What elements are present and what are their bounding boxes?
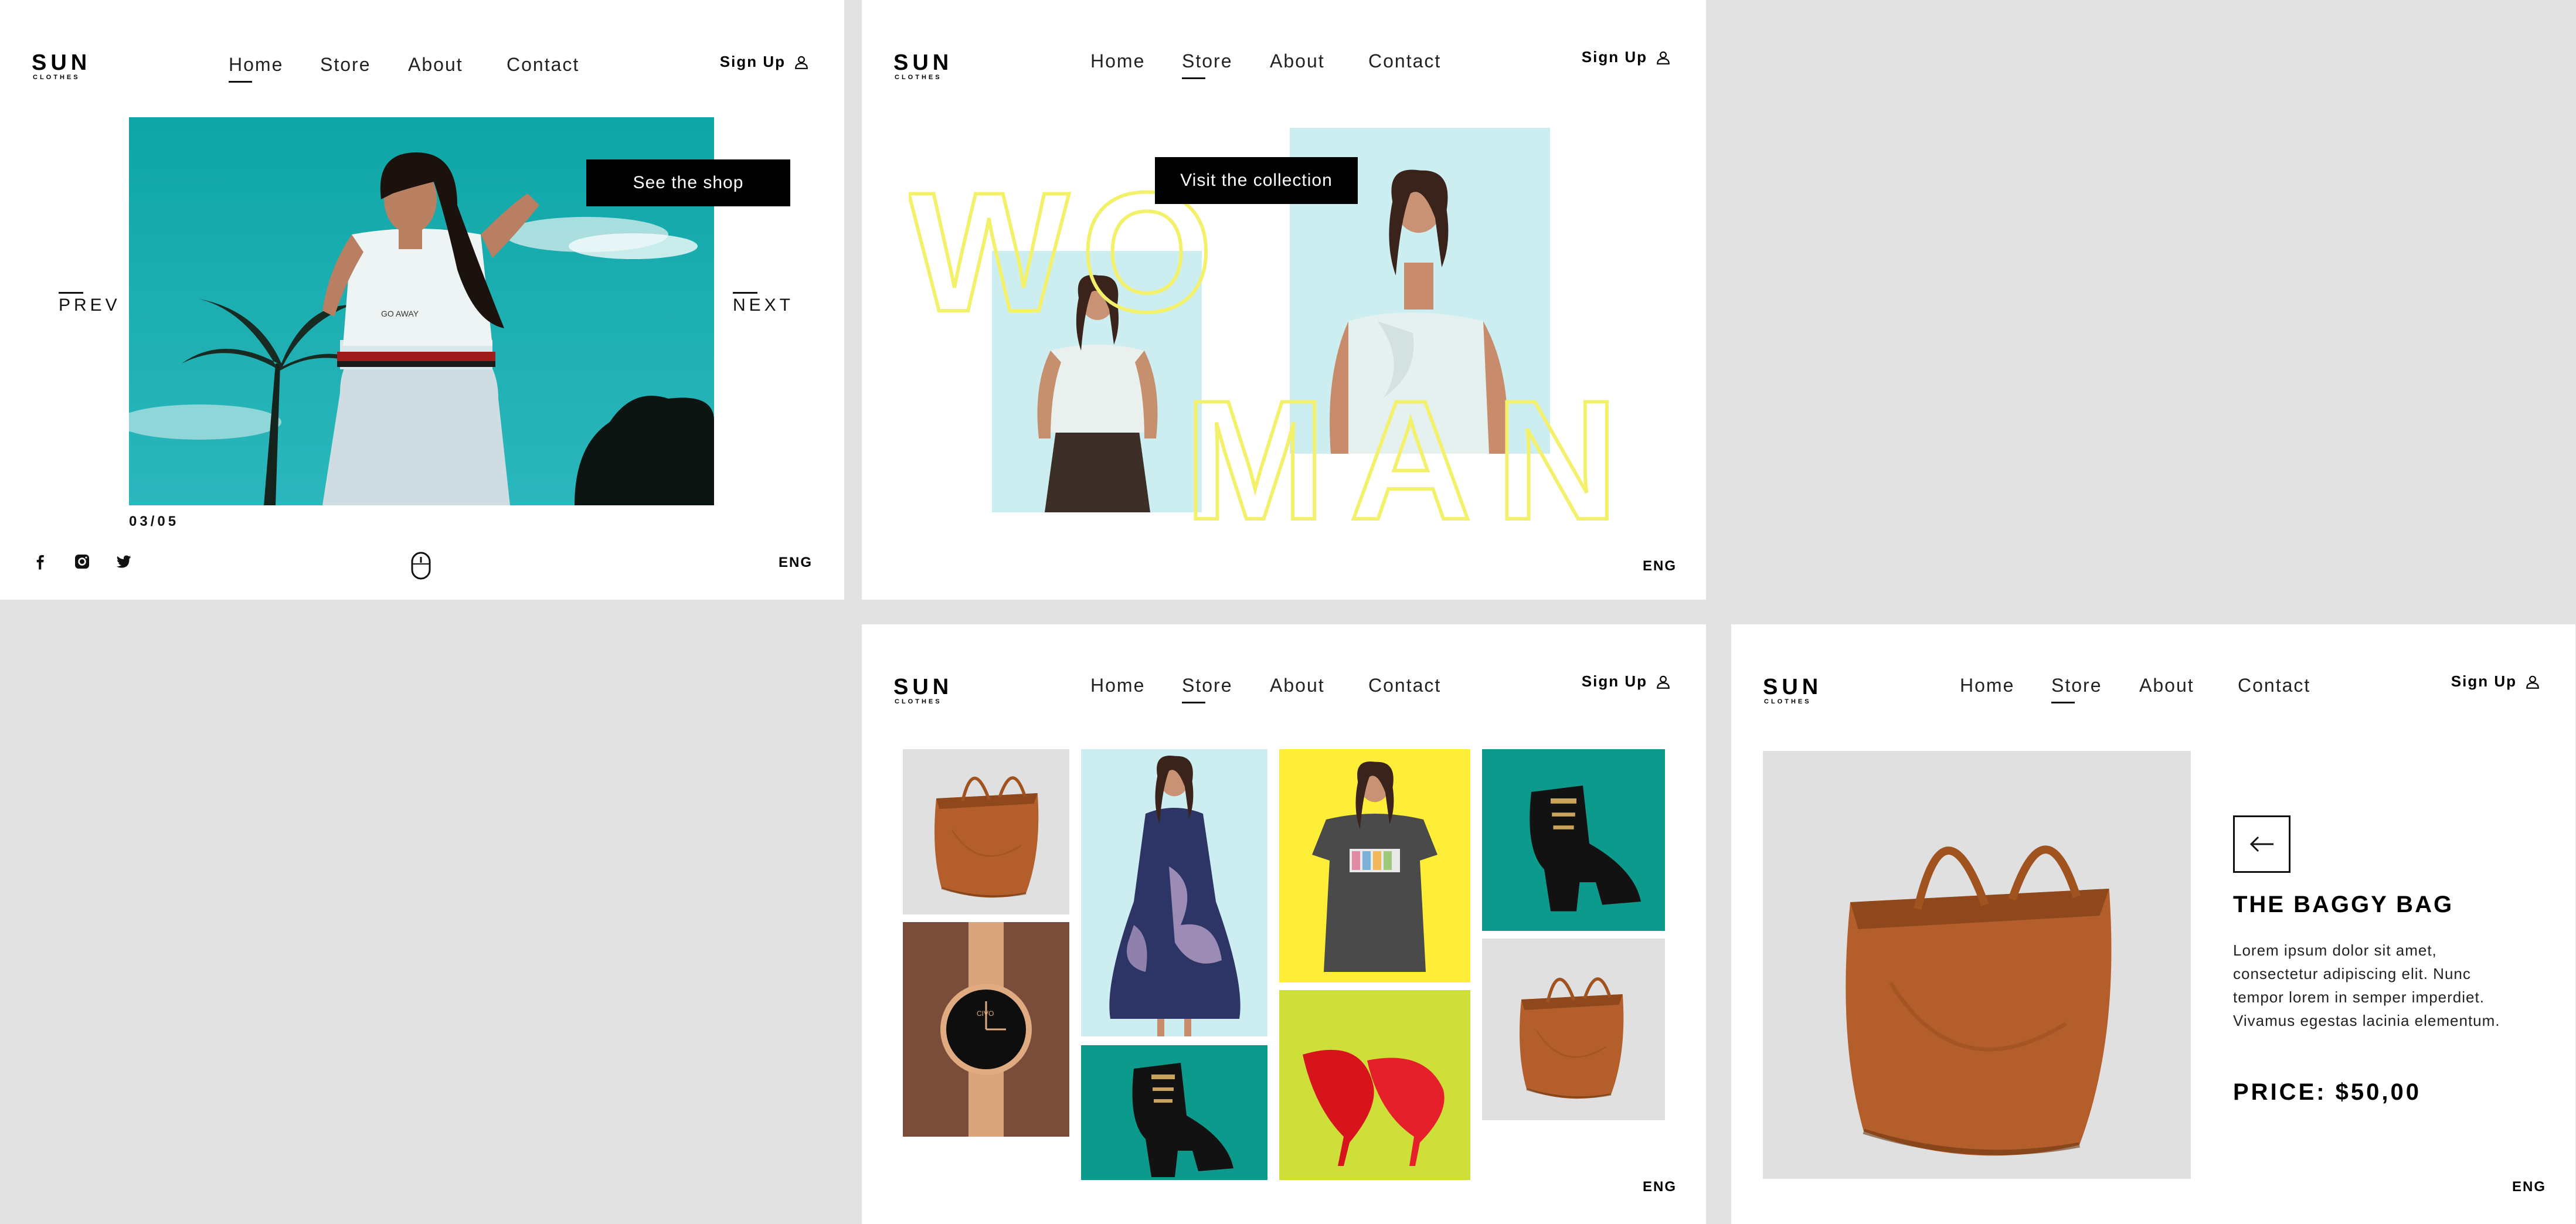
next-button[interactable]: NEXT <box>733 292 794 315</box>
panel-collection: SUN CLOTHES Home Store About Contact Sig… <box>862 0 1706 600</box>
heels-image <box>1303 1049 1445 1166</box>
user-icon <box>2526 675 2539 689</box>
nav-store[interactable]: Store <box>1182 675 1232 703</box>
tshirt-dress-image <box>1312 761 1437 972</box>
nav-store[interactable]: Store <box>320 54 371 76</box>
product-tile-boots-2[interactable] <box>1482 749 1665 931</box>
product-tile-bag-2[interactable] <box>1482 939 1665 1120</box>
panel-home-slider: SUN CLOTHES Home Store About Contact Sig… <box>0 0 844 600</box>
nav-store[interactable]: Store <box>2051 675 2102 703</box>
signup-label: Sign Up <box>2451 672 2517 690</box>
signup-label: Sign Up <box>1581 672 1647 690</box>
shirt-print: GO AWAY <box>381 309 419 318</box>
woman-word-bottom: MAN <box>1184 365 1642 539</box>
panel-product-detail: SUN CLOTHES Home Store About Contact Sig… <box>1731 624 2575 1224</box>
arrow-left-icon <box>2249 836 2273 852</box>
mouse-scroll-icon[interactable] <box>410 551 431 580</box>
nav-contact[interactable]: Contact <box>507 54 579 76</box>
back-button[interactable] <box>2233 815 2290 873</box>
product-tile-heels[interactable] <box>1279 990 1470 1180</box>
nav-store[interactable]: Store <box>1182 50 1232 79</box>
main-nav: Home Store About Contact <box>0 54 844 83</box>
main-nav: Home Store About Contact <box>862 675 1706 703</box>
bag-image <box>1482 939 1665 1120</box>
language-switch[interactable]: ENG <box>2512 1179 2546 1195</box>
nav-home[interactable]: Home <box>1090 675 1145 696</box>
see-shop-button[interactable]: See the shop <box>586 159 790 206</box>
bag-image <box>903 749 1069 914</box>
signup-link[interactable]: Sign Up <box>1582 48 1671 66</box>
nav-home[interactable]: Home <box>229 54 283 83</box>
product-tile-watch[interactable]: CIVO <box>903 922 1069 1137</box>
product-price: PRICE: $50,00 <box>2233 1079 2422 1105</box>
nav-about[interactable]: About <box>2139 675 2194 696</box>
nav-about[interactable]: About <box>1270 675 1325 696</box>
dress-image <box>1109 755 1241 1036</box>
visit-collection-button[interactable]: Visit the collection <box>1155 157 1358 204</box>
boots-image <box>1132 1063 1233 1177</box>
nav-home[interactable]: Home <box>1960 675 2014 696</box>
product-tile-bag[interactable] <box>903 749 1069 914</box>
watch-image: CIVO <box>940 922 1032 1137</box>
language-switch[interactable]: ENG <box>1643 1179 1677 1195</box>
user-icon <box>1657 675 1670 689</box>
user-icon <box>1657 51 1670 64</box>
slide-counter: 03/05 <box>129 514 179 529</box>
nav-contact[interactable]: Contact <box>1368 675 1441 696</box>
woman-outline-text: WO MAN <box>909 176 1642 539</box>
main-nav: Home Store About Contact <box>1731 675 2575 703</box>
main-nav: Home Store About Contact <box>862 50 1706 79</box>
product-image <box>1763 751 2191 1179</box>
signup-label: Sign Up <box>719 53 786 70</box>
language-switch[interactable]: ENG <box>779 555 813 571</box>
prev-button[interactable]: PREV <box>59 292 121 315</box>
signup-link[interactable]: Sign Up <box>720 53 809 71</box>
product-description: Lorem ipsum dolor sit amet, consectetur … <box>2233 941 2500 1029</box>
signup-label: Sign Up <box>1581 48 1647 66</box>
product-title: THE BAGGY BAG <box>2233 892 2454 917</box>
boots-image <box>1530 786 1641 912</box>
product-tile-dress[interactable] <box>1081 749 1267 1036</box>
watch-brand: CIVO <box>977 1009 994 1018</box>
nav-contact[interactable]: Contact <box>2238 675 2310 696</box>
signup-link[interactable]: Sign Up <box>1582 672 1671 691</box>
nav-about[interactable]: About <box>1270 50 1325 72</box>
user-icon <box>795 56 808 69</box>
language-switch[interactable]: ENG <box>1643 558 1677 574</box>
bag-image <box>1763 751 2191 1179</box>
instagram-icon[interactable] <box>72 551 93 572</box>
panel-store-grid: SUN CLOTHES Home Store About Contact Sig… <box>862 624 1706 1224</box>
signup-link[interactable]: Sign Up <box>2451 672 2540 691</box>
nav-home[interactable]: Home <box>1090 50 1145 72</box>
product-tile-boots[interactable] <box>1081 1045 1267 1180</box>
nav-about[interactable]: About <box>408 54 463 76</box>
nav-contact[interactable]: Contact <box>1368 50 1441 72</box>
product-tile-tshirt-dress[interactable] <box>1279 749 1470 982</box>
facebook-icon[interactable] <box>29 551 50 572</box>
twitter-icon[interactable] <box>113 551 134 572</box>
